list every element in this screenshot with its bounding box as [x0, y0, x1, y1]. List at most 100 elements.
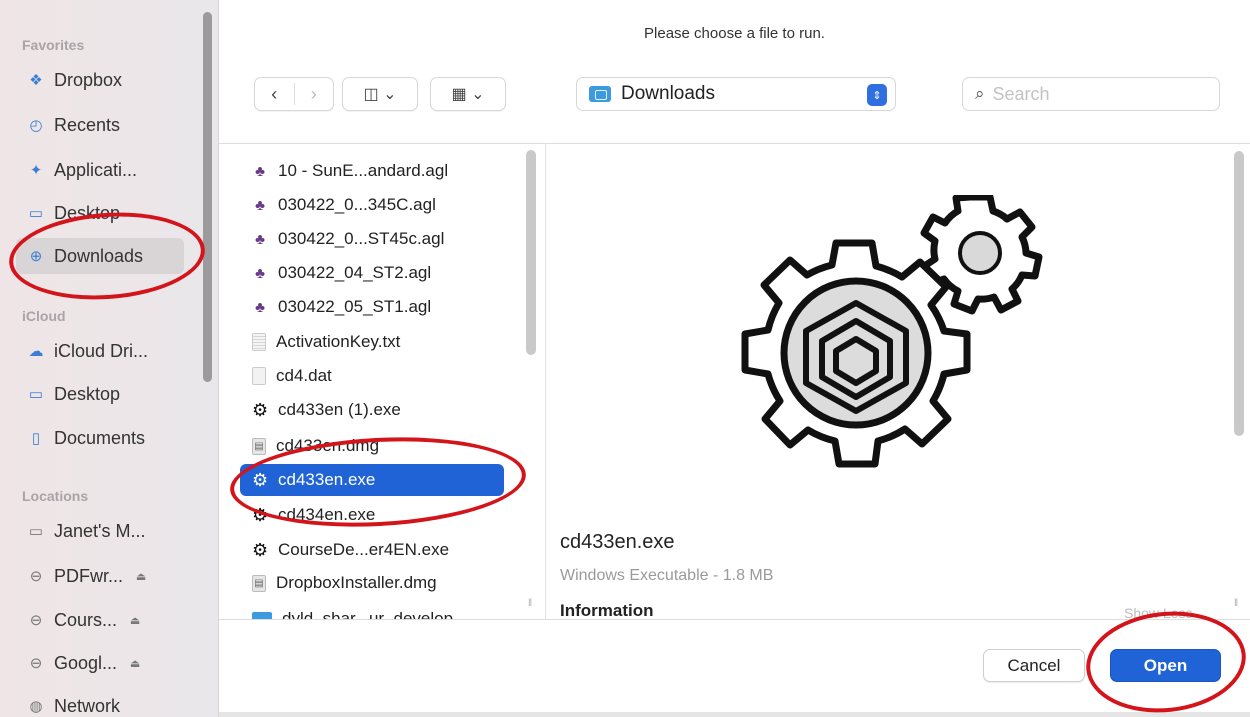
- clock-icon: ◴: [29, 117, 43, 134]
- forward-button[interactable]: ›: [295, 84, 334, 105]
- sidebar-item-network[interactable]: ◍ Network: [16, 688, 184, 717]
- information-heading: Information: [560, 601, 654, 619]
- sidebar-item-desktop[interactable]: ▭ Desktop: [16, 195, 184, 231]
- sidebar-item-google[interactable]: ⊖ Googl... ⏏: [16, 645, 184, 681]
- agl-file-icon: [252, 264, 268, 282]
- file-list: 10 - SunE...andard.agl 030422_0...345C.a…: [232, 143, 545, 619]
- open-button[interactable]: Open: [1110, 649, 1221, 682]
- sidebar-item-desktop-icloud[interactable]: ▭ Desktop: [16, 376, 184, 412]
- desktop-icon: ▭: [28, 205, 44, 222]
- sidebar-item-label: PDFwr...: [54, 565, 124, 586]
- eject-icon[interactable]: ⏏: [125, 653, 145, 673]
- list-item-selected[interactable]: ⚙ cd433en.exe: [240, 464, 504, 496]
- search-input[interactable]: [992, 83, 1193, 105]
- toolbar: ‹ › ◫ ⌄ ▦ ⌄ Downloads ⇕ ⌕: [254, 77, 1220, 113]
- list-item[interactable]: 030422_0...ST45c.agl: [240, 223, 504, 255]
- column-resize-handle[interactable]: ‖: [1234, 598, 1238, 609]
- executable-gear-icon: [741, 195, 1043, 468]
- file-name: 030422_05_ST1.agl: [278, 297, 432, 316]
- file-name: cd4.dat: [276, 366, 332, 385]
- agl-file-icon: [252, 298, 268, 316]
- preview-scrollbar[interactable]: [1234, 151, 1244, 436]
- sidebar-item-course[interactable]: ⊖ Cours... ⏏: [16, 602, 184, 638]
- list-item[interactable]: dyld_shar...ur_develop...: [240, 603, 504, 619]
- agl-file-icon: [252, 162, 268, 180]
- download-icon: ⊕: [29, 248, 43, 265]
- file-name: cd433en.dmg: [276, 436, 380, 455]
- sidebar-item-recents[interactable]: ◴ Recents: [16, 107, 184, 143]
- view-mode-button[interactable]: ◫ ⌄: [342, 77, 418, 111]
- sidebar-item-label: Downloads: [54, 245, 144, 266]
- column-resize-handle[interactable]: ‖: [528, 598, 532, 609]
- sidebar-item-dropbox[interactable]: ❖ Dropbox: [16, 62, 184, 98]
- drive-icon: ⊖: [29, 655, 43, 672]
- list-item[interactable]: ActivationKey.txt: [240, 326, 504, 358]
- file-name: 030422_0...ST45c.agl: [278, 229, 445, 248]
- list-item[interactable]: 030422_0...345C.agl: [240, 189, 504, 221]
- gear-icon: ⚙: [251, 539, 269, 560]
- file-name: 030422_0...345C.agl: [278, 195, 436, 214]
- folder-icon: [589, 86, 611, 102]
- agl-file-icon: [252, 196, 268, 214]
- cancel-button[interactable]: Cancel: [983, 649, 1085, 682]
- sidebar-item-computer[interactable]: ▭ Janet's M...: [16, 513, 184, 549]
- sidebar-item-applications[interactable]: ✦ Applicati...: [16, 152, 184, 188]
- disk-image-icon: ▤: [252, 437, 266, 455]
- eject-icon[interactable]: ⏏: [131, 566, 151, 586]
- divider: [219, 619, 1250, 620]
- folder-icon: [252, 612, 272, 619]
- file-list-scrollbar[interactable]: [526, 150, 536, 355]
- sidebar-item-documents[interactable]: ▯ Documents: [16, 420, 184, 456]
- sidebar-item-label: Cours...: [54, 609, 118, 630]
- list-item[interactable]: ⚙ cd433en (1).exe: [240, 394, 504, 426]
- back-button[interactable]: ‹: [255, 84, 294, 105]
- sidebar-section-icloud: iCloud: [22, 308, 66, 324]
- sidebar-item-label: Applicati...: [54, 159, 138, 180]
- file-name: cd433en (1).exe: [278, 400, 401, 419]
- disk-image-icon: ▤: [252, 574, 266, 592]
- list-item[interactable]: cd4.dat: [240, 360, 504, 392]
- gear-icon: ⚙: [251, 504, 269, 525]
- search-field[interactable]: ⌕: [962, 77, 1220, 111]
- dialog-title: Please choose a file to run.: [644, 25, 825, 42]
- text-file-icon: [252, 333, 266, 351]
- sidebar-item-pdfwriter[interactable]: ⊖ PDFwr... ⏏: [16, 558, 184, 594]
- file-name: cd433en.exe: [278, 470, 376, 489]
- sidebar-item-label: Googl...: [54, 652, 118, 673]
- show-less-link[interactable]: Show Less: [1124, 605, 1192, 619]
- laptop-icon: ▭: [28, 523, 44, 540]
- group-mode-button[interactable]: ▦ ⌄: [430, 77, 506, 111]
- desktop-icon: ▭: [28, 386, 44, 403]
- list-item[interactable]: ▤ DropboxInstaller.dmg: [240, 567, 504, 599]
- sidebar-item-label: Recents: [54, 114, 121, 135]
- location-dropdown[interactable]: Downloads ⇕: [576, 77, 896, 111]
- preview-pane: cd433en.exe Windows Executable - 1.8 MB …: [546, 143, 1250, 619]
- list-item[interactable]: 030422_04_ST2.agl: [240, 257, 504, 289]
- list-item[interactable]: 10 - SunE...andard.agl: [240, 155, 504, 187]
- list-item[interactable]: ⚙ cd434en.exe: [240, 499, 504, 531]
- location-label: Downloads: [621, 83, 715, 104]
- file-name: CourseDe...er4EN.exe: [278, 540, 450, 559]
- list-item[interactable]: 030422_05_ST1.agl: [240, 291, 504, 323]
- sidebar-item-downloads[interactable]: ⊕ Downloads: [16, 238, 184, 274]
- sidebar-item-label: Documents: [54, 427, 146, 448]
- sidebar-section-locations: Locations: [22, 488, 89, 504]
- list-item[interactable]: ▤ cd433en.dmg: [240, 430, 504, 462]
- gear-icon: ⚙: [251, 399, 269, 420]
- sidebar-scrollbar[interactable]: [203, 12, 212, 382]
- chevron-updown-icon: ⇕: [867, 84, 887, 106]
- gear-icon: ⚙: [251, 469, 269, 490]
- agl-file-icon: [252, 230, 268, 248]
- sidebar-item-icloud-drive[interactable]: ☁ iCloud Dri...: [16, 333, 184, 369]
- sidebar-section-favorites: Favorites: [22, 37, 85, 53]
- file-name: DropboxInstaller.dmg: [276, 573, 437, 592]
- sidebar: Favorites ❖ Dropbox ◴ Recents ✦ Applicat…: [0, 0, 219, 717]
- sidebar-item-label: Janet's M...: [54, 520, 146, 541]
- file-name: dyld_shar...ur_develop...: [282, 609, 468, 619]
- list-item[interactable]: ⚙ CourseDe...er4EN.exe: [240, 534, 504, 566]
- drive-icon: ⊖: [29, 568, 43, 585]
- applications-icon: ✦: [29, 162, 43, 179]
- document-icon: [252, 367, 266, 385]
- eject-icon[interactable]: ⏏: [125, 610, 145, 630]
- network-icon: ◍: [29, 698, 43, 715]
